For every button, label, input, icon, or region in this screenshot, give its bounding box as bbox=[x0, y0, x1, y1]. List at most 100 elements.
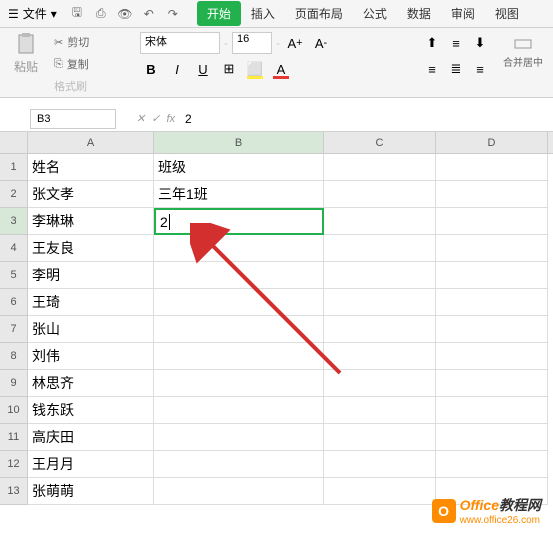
cell[interactable] bbox=[436, 397, 548, 424]
cell[interactable] bbox=[324, 343, 436, 370]
row-header[interactable]: 2 bbox=[0, 181, 28, 208]
align-top-button[interactable]: ⬆ bbox=[421, 32, 443, 54]
cell[interactable]: 王友良 bbox=[28, 235, 154, 262]
increase-font-button[interactable]: A+ bbox=[284, 32, 306, 54]
cell[interactable] bbox=[436, 235, 548, 262]
cell[interactable]: 姓名 bbox=[28, 154, 154, 181]
cell[interactable]: 2 bbox=[154, 208, 324, 235]
cell[interactable] bbox=[154, 343, 324, 370]
tab-data[interactable]: 数据 bbox=[397, 1, 441, 26]
cell[interactable]: 刘伟 bbox=[28, 343, 154, 370]
cell[interactable] bbox=[324, 208, 436, 235]
tab-formula[interactable]: 公式 bbox=[353, 1, 397, 26]
align-left-button[interactable]: ≡ bbox=[421, 58, 443, 80]
row-header[interactable]: 13 bbox=[0, 478, 28, 505]
cell[interactable]: 王琦 bbox=[28, 289, 154, 316]
cell[interactable] bbox=[324, 154, 436, 181]
format-painter-button[interactable]: 格式刷 bbox=[48, 76, 95, 96]
cell[interactable] bbox=[436, 154, 548, 181]
row-header[interactable]: 1 bbox=[0, 154, 28, 181]
fx-icon[interactable]: fx bbox=[166, 113, 175, 125]
cell[interactable] bbox=[324, 181, 436, 208]
tab-review[interactable]: 审阅 bbox=[441, 1, 485, 26]
font-name-select[interactable]: 宋体 bbox=[140, 32, 220, 54]
cell[interactable] bbox=[436, 181, 548, 208]
cell[interactable] bbox=[324, 424, 436, 451]
cell[interactable] bbox=[324, 262, 436, 289]
cell[interactable] bbox=[436, 262, 548, 289]
cell[interactable] bbox=[324, 451, 436, 478]
cell[interactable] bbox=[436, 370, 548, 397]
cell[interactable] bbox=[436, 424, 548, 451]
tab-view[interactable]: 视图 bbox=[485, 1, 529, 26]
undo-icon[interactable]: ↶ bbox=[141, 6, 157, 22]
align-middle-button[interactable]: ≡ bbox=[445, 32, 467, 54]
preview-icon[interactable]: 👁 bbox=[117, 6, 133, 22]
align-bottom-button[interactable]: ⬇ bbox=[469, 32, 491, 54]
file-menu[interactable]: ☰ 文件 ▾ bbox=[8, 5, 57, 22]
cell[interactable]: 钱东跃 bbox=[28, 397, 154, 424]
cell[interactable] bbox=[324, 370, 436, 397]
copy-button[interactable]: ⎘复制 bbox=[48, 54, 95, 74]
cell[interactable] bbox=[436, 316, 548, 343]
fill-color-button[interactable]: ⬜ bbox=[244, 58, 266, 80]
col-header-a[interactable]: A bbox=[28, 132, 154, 153]
cell[interactable]: 林思齐 bbox=[28, 370, 154, 397]
cell[interactable]: 张文孝 bbox=[28, 181, 154, 208]
select-all-corner[interactable] bbox=[0, 132, 28, 153]
cell[interactable] bbox=[324, 478, 436, 505]
row-header[interactable]: 9 bbox=[0, 370, 28, 397]
cell[interactable] bbox=[324, 289, 436, 316]
cell[interactable]: 李明 bbox=[28, 262, 154, 289]
font-size-select[interactable]: 16 bbox=[232, 32, 272, 54]
cell[interactable]: 三年1班 bbox=[154, 181, 324, 208]
cell[interactable] bbox=[324, 397, 436, 424]
decrease-font-button[interactable]: A- bbox=[310, 32, 332, 54]
cell[interactable] bbox=[436, 289, 548, 316]
row-header[interactable]: 11 bbox=[0, 424, 28, 451]
underline-button[interactable]: U bbox=[192, 58, 214, 80]
formula-bar[interactable]: 2 bbox=[181, 112, 196, 126]
tab-layout[interactable]: 页面布局 bbox=[285, 1, 353, 26]
save-icon[interactable]: 🖫 bbox=[69, 6, 85, 22]
merge-center-button[interactable]: 合并居中 bbox=[501, 32, 545, 93]
cell[interactable] bbox=[154, 262, 324, 289]
cell[interactable] bbox=[154, 424, 324, 451]
row-header[interactable]: 12 bbox=[0, 451, 28, 478]
cell[interactable]: 高庆田 bbox=[28, 424, 154, 451]
row-header[interactable]: 5 bbox=[0, 262, 28, 289]
cell[interactable] bbox=[154, 316, 324, 343]
row-header[interactable]: 3 bbox=[0, 208, 28, 235]
align-right-button[interactable]: ≡ bbox=[469, 58, 491, 80]
cell[interactable] bbox=[154, 478, 324, 505]
cell[interactable] bbox=[154, 370, 324, 397]
border-button[interactable]: ⊞ bbox=[218, 58, 240, 80]
cut-button[interactable]: ✂剪切 bbox=[48, 32, 95, 52]
cell[interactable] bbox=[436, 451, 548, 478]
cell[interactable]: 张山 bbox=[28, 316, 154, 343]
tab-insert[interactable]: 插入 bbox=[241, 1, 285, 26]
col-header-d[interactable]: D bbox=[436, 132, 548, 153]
cell[interactable]: 王月月 bbox=[28, 451, 154, 478]
row-header[interactable]: 8 bbox=[0, 343, 28, 370]
cell[interactable] bbox=[324, 235, 436, 262]
align-center-button[interactable]: ≣ bbox=[445, 58, 467, 80]
row-header[interactable]: 7 bbox=[0, 316, 28, 343]
italic-button[interactable]: I bbox=[166, 58, 188, 80]
cell[interactable] bbox=[154, 289, 324, 316]
cell[interactable] bbox=[154, 451, 324, 478]
confirm-icon[interactable]: ✓ bbox=[151, 112, 160, 125]
redo-icon[interactable]: ↷ bbox=[165, 6, 181, 22]
cell[interactable]: 张萌萌 bbox=[28, 478, 154, 505]
col-header-b[interactable]: B bbox=[154, 132, 324, 153]
cell[interactable] bbox=[436, 343, 548, 370]
bold-button[interactable]: B bbox=[140, 58, 162, 80]
paste-button[interactable]: 粘贴 bbox=[8, 32, 44, 93]
cell[interactable] bbox=[324, 316, 436, 343]
row-header[interactable]: 4 bbox=[0, 235, 28, 262]
cell[interactable] bbox=[436, 208, 548, 235]
cell[interactable] bbox=[154, 397, 324, 424]
cell[interactable] bbox=[154, 235, 324, 262]
cancel-icon[interactable]: ✕ bbox=[136, 112, 145, 125]
font-color-button[interactable]: A bbox=[270, 58, 292, 80]
